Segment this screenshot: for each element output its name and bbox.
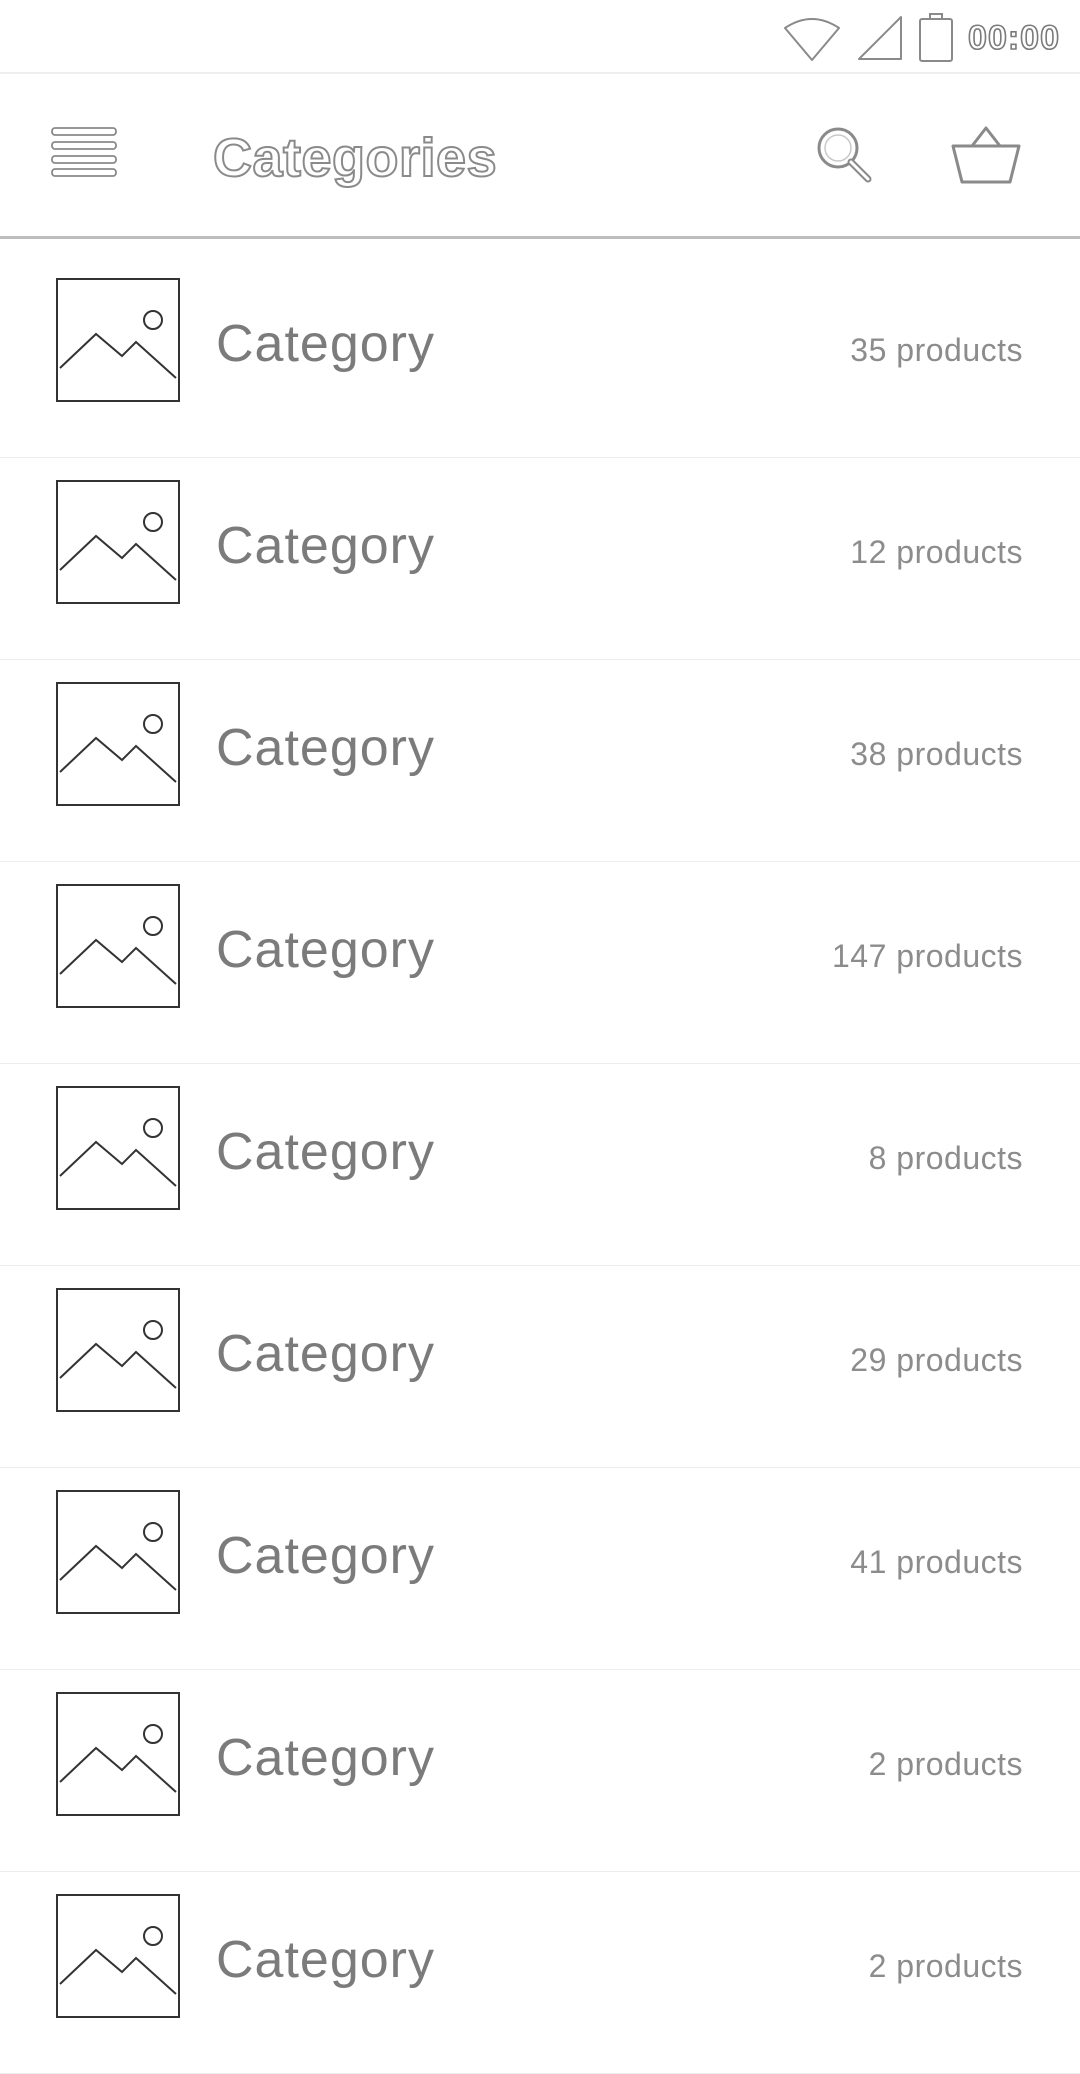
category-name: Category — [216, 1325, 435, 1383]
product-count: 2 products — [868, 1948, 1023, 1984]
search-button[interactable] — [814, 124, 876, 186]
status-bar: 00:00 — [0, 0, 1080, 74]
list-item[interactable]: Category 12 products — [0, 458, 1080, 660]
image-placeholder-icon — [56, 1490, 180, 1614]
image-placeholder-icon — [56, 1692, 180, 1816]
image-placeholder-icon — [56, 884, 180, 1008]
status-icons: 00:00 — [782, 12, 1060, 64]
image-placeholder-icon — [56, 480, 180, 604]
product-count: 147 products — [831, 938, 1023, 974]
category-name: Category — [216, 517, 435, 575]
category-name: Category — [216, 1931, 435, 1989]
signal-icon — [856, 14, 904, 62]
list-item[interactable]: Category 38 products — [0, 660, 1080, 862]
product-count: 12 products — [850, 534, 1023, 570]
category-name: Category — [216, 1527, 435, 1585]
list-item[interactable]: Category 29 products — [0, 1266, 1080, 1468]
category-list: Category 35 products Category 12 product… — [0, 256, 1080, 2074]
category-name: Category — [216, 1123, 435, 1181]
menu-button[interactable] — [50, 126, 120, 178]
image-placeholder-icon — [56, 1288, 180, 1412]
product-count: 41 products — [850, 1544, 1023, 1580]
product-count: 35 products — [850, 332, 1023, 368]
image-placeholder-icon — [56, 1894, 180, 2018]
list-item[interactable]: Category 2 products — [0, 1670, 1080, 1872]
menu-icon — [51, 127, 117, 177]
wifi-icon — [782, 14, 842, 62]
product-count: 29 products — [850, 1342, 1023, 1378]
list-item[interactable]: Category 147 products — [0, 862, 1080, 1064]
category-name: Category — [216, 921, 435, 979]
image-placeholder-icon — [56, 682, 180, 806]
search-icon — [817, 127, 872, 183]
image-placeholder-icon — [56, 1086, 180, 1210]
list-item[interactable]: Category 41 products — [0, 1468, 1080, 1670]
category-name: Category — [216, 315, 435, 373]
page-title: Categories — [212, 127, 498, 189]
battery-icon — [918, 13, 954, 63]
product-count: 8 products — [868, 1140, 1023, 1176]
category-name: Category — [216, 1729, 435, 1787]
category-name: Category — [216, 719, 435, 777]
status-time: 00:00 — [967, 18, 1060, 58]
image-placeholder-icon — [56, 278, 180, 402]
list-item[interactable]: Category 8 products — [0, 1064, 1080, 1266]
list-item[interactable]: Category 35 products — [0, 256, 1080, 458]
product-count: 2 products — [868, 1746, 1023, 1782]
cart-basket-icon — [951, 126, 1021, 184]
cart-button[interactable] — [950, 122, 1022, 186]
list-item[interactable]: Category 2 products — [0, 1872, 1080, 2074]
app-bar: Categories — [0, 74, 1080, 239]
product-count: 38 products — [850, 736, 1023, 772]
